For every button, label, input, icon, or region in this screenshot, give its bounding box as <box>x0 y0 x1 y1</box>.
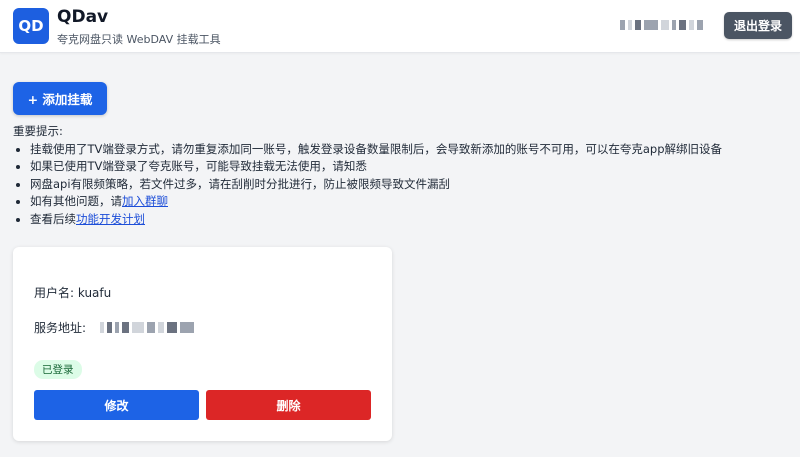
notice-item: 网盘api有限频策略，若文件过多，请在刮削时分批进行，防止被限频导致文件漏刮 <box>30 176 793 194</box>
app-subtitle: 夸克网盘只读 WebDAV 挂载工具 <box>57 33 221 46</box>
redacted-username <box>620 20 703 30</box>
delete-button[interactable]: 删除 <box>206 390 371 420</box>
mount-card: 用户名: kuafu 服务地址: 已登录 修改 删除 <box>13 247 392 441</box>
notice-item: 如果已使用TV端登录了夸克账号，可能导致挂载无法使用，请知悉 <box>30 158 793 176</box>
username-label: 用户名: <box>34 286 78 300</box>
status-badge: 已登录 <box>34 360 82 379</box>
app-title: QDav <box>57 7 109 27</box>
username-value: kuafu <box>77 286 112 300</box>
address-label: 服务地址: <box>34 321 87 335</box>
app-header: QD QDav 夸克网盘只读 WebDAV 挂载工具 退出登录 <box>0 0 800 53</box>
notice-text: 如有其他问题，请 <box>30 194 122 209</box>
username-row: 用户名: kuafu <box>34 284 111 301</box>
notice-text: 查看后续 <box>30 211 76 226</box>
important-notice: 重要提示: 挂载使用了TV端登录方式，请勿重复添加同一账号，触发登录设备数量限制… <box>13 123 793 229</box>
roadmap-link[interactable]: 功能开发计划 <box>76 212 145 226</box>
notice-item: 挂载使用了TV端登录方式，请勿重复添加同一账号，触发登录设备数量限制后，会导致新… <box>30 141 793 159</box>
notice-list: 挂载使用了TV端登录方式，请勿重复添加同一账号，触发登录设备数量限制后，会导致新… <box>13 141 793 229</box>
add-mount-button[interactable]: + 添加挂载 <box>13 82 107 115</box>
notice-item: 查看后续功能开发计划 <box>30 211 793 229</box>
logout-button[interactable]: 退出登录 <box>724 12 792 39</box>
notice-item: 如有其他问题，请加入群聊 <box>30 193 793 211</box>
address-row: 服务地址: <box>34 319 195 336</box>
app-logo: QD <box>13 8 49 44</box>
redacted-address <box>100 322 195 333</box>
edit-button[interactable]: 修改 <box>34 390 199 420</box>
notice-heading: 重要提示: <box>13 124 63 138</box>
join-group-link[interactable]: 加入群聊 <box>122 194 168 208</box>
